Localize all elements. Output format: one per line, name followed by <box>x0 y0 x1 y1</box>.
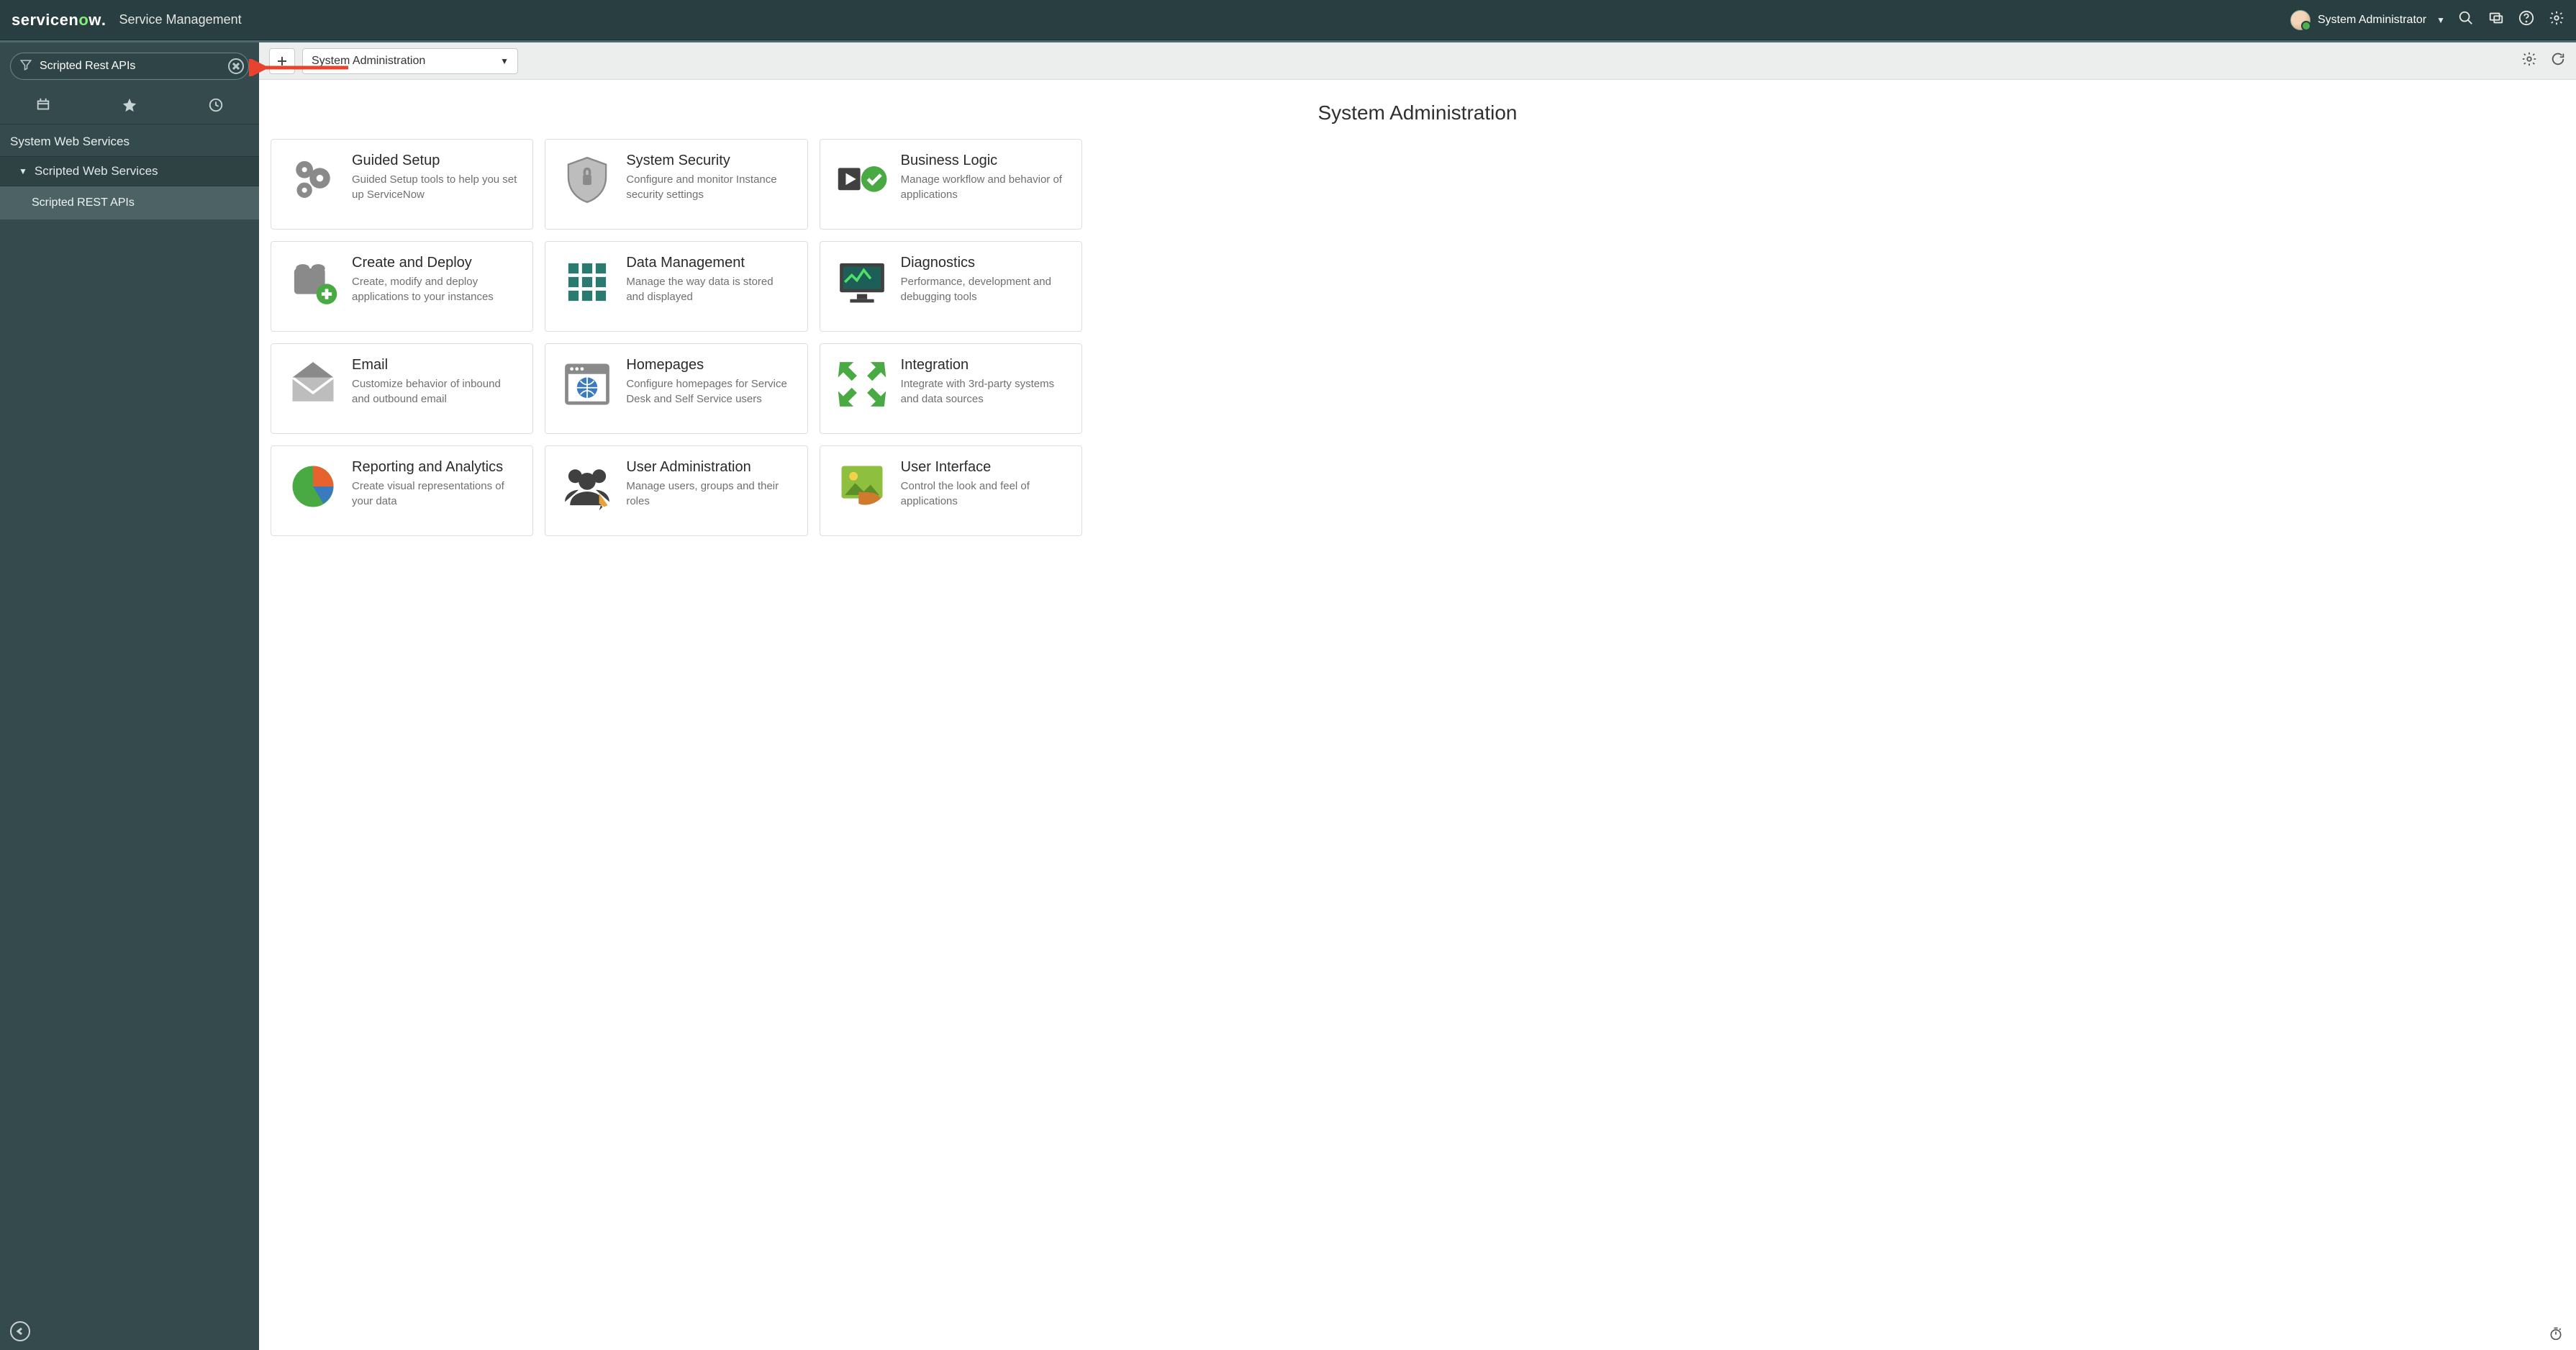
collapse-sidebar-button[interactable] <box>10 1321 30 1341</box>
card-title: Guided Setup <box>352 153 518 169</box>
grid9-icon <box>560 255 614 309</box>
card-reporting-and-analytics[interactable]: Reporting and Analytics Create visual rep… <box>271 445 533 536</box>
blocksplus-icon <box>286 255 340 309</box>
cards-grid: Guided Setup Guided Setup tools to help y… <box>259 139 1094 558</box>
card-desc: Performance, development and debugging t… <box>901 274 1067 304</box>
nav-module-group[interactable]: ▼ Scripted Web Services <box>0 156 259 186</box>
help-icon[interactable] <box>2518 10 2534 30</box>
envelope-icon <box>286 357 340 412</box>
card-title: Integration <box>901 357 1067 373</box>
response-time-icon[interactable] <box>2549 1326 2563 1344</box>
browserglobe-icon <box>560 357 614 412</box>
logo-part: n <box>68 11 78 30</box>
page-title: System Administration <box>259 80 2576 139</box>
card-title: Data Management <box>626 255 792 271</box>
card-title: System Security <box>626 153 792 169</box>
card-system-security[interactable]: System Security Configure and monitor Ins… <box>545 139 807 230</box>
filter-navigator[interactable] <box>10 53 249 80</box>
card-title: User Interface <box>901 459 1067 476</box>
product-subtitle: Service Management <box>119 12 242 27</box>
user-name: System Administrator <box>2318 14 2426 27</box>
card-desc: Configure homepages for Service Desk and… <box>626 376 792 407</box>
card-desc: Integrate with 3rd-party systems and dat… <box>901 376 1067 407</box>
filter-icon <box>19 58 32 75</box>
card-desc: Customize behavior of inbound and outbou… <box>352 376 518 407</box>
card-guided-setup[interactable]: Guided Setup Guided Setup tools to help y… <box>271 139 533 230</box>
pie-icon <box>286 459 340 514</box>
logo[interactable]: servicenow. <box>12 11 106 30</box>
card-desc: Create, modify and deploy applications t… <box>352 274 518 304</box>
card-title: Create and Deploy <box>352 255 518 271</box>
gears-icon <box>286 153 340 207</box>
card-homepages[interactable]: Homepages Configure homepages for Service… <box>545 343 807 434</box>
arrowsin-icon <box>835 357 889 412</box>
card-desc: Configure and monitor Instance security … <box>626 172 792 202</box>
card-email[interactable]: Email Customize behavior of inbound and o… <box>271 343 533 434</box>
card-data-management[interactable]: Data Management Manage the way data is st… <box>545 241 807 332</box>
card-title: Homepages <box>626 357 792 373</box>
clear-filter-button[interactable] <box>228 58 244 74</box>
card-business-logic[interactable]: Business Logic Manage workflow and behavi… <box>820 139 1082 230</box>
favorites-tab-icon[interactable] <box>122 97 137 117</box>
card-user-interface[interactable]: User Interface Control the look and feel … <box>820 445 1082 536</box>
all-apps-tab-icon[interactable] <box>35 97 51 117</box>
card-desc: Manage the way data is stored and displa… <box>626 274 792 304</box>
caret-down-icon: ▼ <box>500 56 509 66</box>
caret-down-icon: ▼ <box>19 166 27 176</box>
nav-module-group-label: Scripted Web Services <box>35 164 158 178</box>
main-content: System Administration ▼ System Administr… <box>259 42 2576 1350</box>
card-diagnostics[interactable]: Diagnostics Performance, development and … <box>820 241 1082 332</box>
card-desc: Manage workflow and behavior of applicat… <box>901 172 1067 202</box>
card-title: Email <box>352 357 518 373</box>
chat-icon[interactable] <box>2488 10 2504 30</box>
card-title: User Administration <box>626 459 792 476</box>
users-icon <box>560 459 614 514</box>
sidebar-tabs <box>0 87 259 124</box>
content-toolbar: System Administration ▼ <box>259 42 2576 80</box>
user-menu[interactable]: System Administrator ▼ <box>2290 10 2445 30</box>
nav-sidebar: System Web Services ▼ Scripted Web Servi… <box>0 42 259 1350</box>
card-desc: Control the look and feel of application… <box>901 479 1067 509</box>
shield-icon <box>560 153 614 207</box>
homepage-selector[interactable]: System Administration ▼ <box>302 48 518 74</box>
caret-down-icon: ▼ <box>2436 15 2445 25</box>
add-content-button[interactable] <box>269 48 295 74</box>
card-desc: Manage users, groups and their roles <box>626 479 792 509</box>
monitor-icon <box>835 255 889 309</box>
filter-input[interactable] <box>40 60 221 73</box>
nav-module-item[interactable]: Scripted REST APIs <box>0 186 259 219</box>
header-bar: servicenow. Service Management System Ad… <box>0 0 2576 40</box>
logo-dot: . <box>101 11 106 30</box>
nav-app-title[interactable]: System Web Services <box>0 124 259 156</box>
history-tab-icon[interactable] <box>208 97 224 117</box>
card-desc: Guided Setup tools to help you set up Se… <box>352 172 518 202</box>
refresh-icon[interactable] <box>2550 51 2566 71</box>
card-create-and-deploy[interactable]: Create and Deploy Create, modify and depl… <box>271 241 533 332</box>
logo-part: w <box>89 11 101 30</box>
picture-icon <box>835 459 889 514</box>
card-title: Diagnostics <box>901 255 1067 271</box>
card-user-administration[interactable]: User Administration Manage users, groups … <box>545 445 807 536</box>
card-integration[interactable]: Integration Integrate with 3rd-party syst… <box>820 343 1082 434</box>
card-title: Business Logic <box>901 153 1067 169</box>
gear-icon[interactable] <box>2549 10 2564 30</box>
card-title: Reporting and Analytics <box>352 459 518 476</box>
avatar <box>2290 10 2310 30</box>
logo-part: service <box>12 11 68 30</box>
playcheck-icon <box>835 153 889 207</box>
selector-label: System Administration <box>312 55 425 68</box>
gear-icon[interactable] <box>2521 51 2537 71</box>
logo-part: o <box>78 11 89 30</box>
card-desc: Create visual representations of your da… <box>352 479 518 509</box>
search-icon[interactable] <box>2458 10 2474 30</box>
